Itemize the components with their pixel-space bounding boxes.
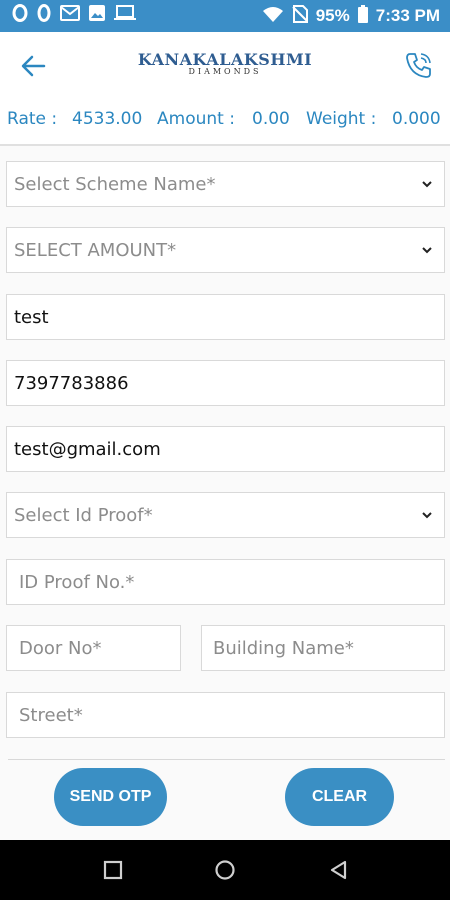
brand-logo: KANAKALAKSHMI DIAMONDS — [0, 50, 450, 76]
phone-field-value: 7397783886 — [14, 372, 129, 394]
wifi-icon — [262, 5, 284, 28]
no-sim-icon — [292, 4, 308, 28]
scheme-select-label: Select Scheme Name* — [14, 173, 216, 195]
rate-bar: Rate : 4533.00 Amount : 0.00 Weight : 0.… — [0, 98, 450, 146]
id-proof-select[interactable]: Select Id Proof* — [6, 492, 445, 538]
amount-value: 0.00 — [252, 109, 290, 129]
system-nav-bar — [0, 840, 450, 900]
weight-value: 0.000 — [392, 109, 441, 129]
email-field-value: test@gmail.com — [14, 438, 161, 460]
phone-field[interactable]: 7397783886 — [6, 360, 445, 406]
email-field[interactable]: test@gmail.com — [6, 426, 445, 472]
amount-select-label: SELECT AMOUNT* — [14, 239, 177, 261]
app-header: KANAKALAKSHMI DIAMONDS — [0, 32, 450, 98]
name-field-value: test — [14, 306, 49, 328]
door-number-placeholder: Door No* — [19, 637, 102, 659]
phone-icon[interactable] — [404, 50, 434, 80]
chevron-down-icon — [422, 512, 432, 519]
opera-icon — [12, 4, 28, 28]
opera-icon — [36, 4, 52, 28]
name-field[interactable]: test — [6, 294, 445, 340]
send-otp-button[interactable]: SEND OTP — [54, 768, 167, 826]
chevron-down-icon — [422, 247, 432, 254]
door-number-field[interactable]: Door No* — [6, 625, 181, 671]
rate-label: Rate : — [7, 109, 58, 129]
status-bar: 95% 7:33 PM — [0, 0, 450, 32]
divider — [8, 759, 445, 760]
id-proof-select-label: Select Id Proof* — [14, 504, 153, 526]
gmail-icon — [60, 5, 80, 27]
id-proof-number-placeholder: ID Proof No.* — [19, 571, 135, 593]
clock: 7:33 PM — [375, 6, 440, 25]
id-proof-number-field[interactable]: ID Proof No.* — [6, 559, 445, 605]
battery-percent: 95% — [315, 6, 350, 25]
scheme-select[interactable]: Select Scheme Name* — [6, 161, 445, 207]
amount-select[interactable]: SELECT AMOUNT* — [6, 227, 445, 273]
building-name-placeholder: Building Name* — [213, 637, 354, 659]
clear-button[interactable]: CLEAR — [285, 768, 394, 826]
amount-label: Amount : — [157, 109, 235, 129]
gallery-icon — [88, 4, 106, 28]
building-name-field[interactable]: Building Name* — [201, 625, 445, 671]
brand-subtitle: DIAMONDS — [188, 67, 262, 76]
weight-label: Weight : — [306, 109, 377, 129]
street-placeholder: Street* — [19, 704, 83, 726]
chevron-down-icon — [422, 181, 432, 188]
street-field[interactable]: Street* — [6, 692, 445, 738]
rate-value: 4533.00 — [72, 109, 143, 129]
home-icon[interactable] — [213, 858, 237, 882]
laptop-icon — [114, 5, 136, 27]
battery-icon — [357, 4, 368, 28]
recent-apps-icon[interactable] — [101, 858, 125, 882]
back-nav-icon[interactable] — [327, 858, 351, 882]
